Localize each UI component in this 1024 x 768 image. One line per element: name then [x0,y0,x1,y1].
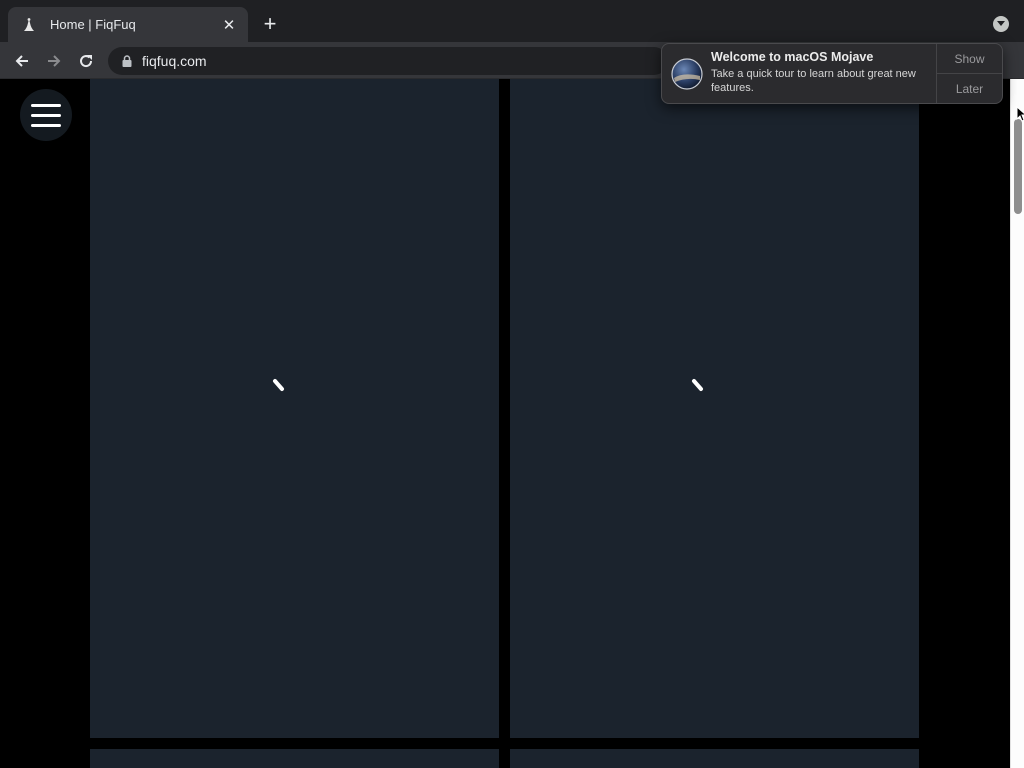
tab-close-icon[interactable]: ✕ [220,16,238,34]
lock-icon [120,54,134,68]
site-favicon-icon [20,16,38,34]
tab-title: Home | FiqFuq [50,17,136,32]
hamburger-menu-button[interactable] [20,89,72,141]
notification-title: Welcome to macOS Mojave [711,50,874,64]
tab-home[interactable]: Home | FiqFuq ✕ [8,7,248,42]
tab-strip: Home | FiqFuq ✕ + [0,0,1024,42]
notification-text: Take a quick tour to learn about great n… [711,68,916,94]
scrollbar-track[interactable] [1010,79,1024,768]
menu-line [31,103,61,107]
video-card[interactable] [90,79,499,738]
address-url: fiqfuq.com [142,53,207,69]
menu-line [31,113,61,117]
video-card[interactable] [510,749,919,768]
menu-line [31,123,61,127]
page-viewport [0,79,1010,768]
loading-spinner-icon [273,379,284,391]
forward-arrow-icon[interactable] [43,50,65,72]
reload-icon[interactable] [75,50,97,72]
new-tab-button[interactable]: + [258,12,282,36]
macos-mojave-icon [671,58,703,90]
notification-body: Welcome to macOS Mojave Take a quick tou… [711,44,936,103]
loading-spinner-icon [692,379,703,391]
video-card[interactable] [90,749,499,768]
mouse-cursor-icon [1016,106,1024,122]
video-card[interactable] [510,79,919,738]
later-button[interactable]: Later [937,73,1002,103]
system-notification[interactable]: Welcome to macOS Mojave Take a quick tou… [661,43,1003,104]
address-bar[interactable]: fiqfuq.com [108,47,668,75]
notification-actions: Show Later [936,44,1002,103]
tab-search-icon[interactable] [993,16,1009,32]
back-arrow-icon[interactable] [11,50,33,72]
show-button[interactable]: Show [937,44,1002,73]
scrollbar-thumb[interactable] [1014,119,1022,214]
